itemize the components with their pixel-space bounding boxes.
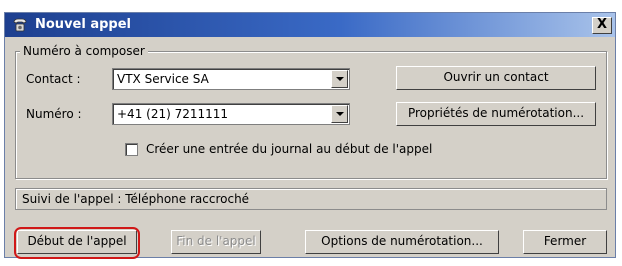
numero-a-composer-group: Numéro à composer Contact : VTX Service … xyxy=(15,44,607,179)
call-status-bar: Suivi de l'appel : Téléphone raccroché xyxy=(15,188,607,210)
end-call-button[interactable]: Fin de l'appel xyxy=(171,230,261,254)
nouvel-appel-dialog: Nouvel appel X Numéro à composer Contact… xyxy=(4,12,616,259)
numero-combobox[interactable]: +41 (21) 7211111 xyxy=(112,103,350,125)
journal-checkbox[interactable] xyxy=(125,143,138,156)
chevron-down-icon[interactable] xyxy=(331,105,348,123)
contact-label: Contact : xyxy=(26,72,81,86)
call-status-text: Suivi de l'appel : Téléphone raccroché xyxy=(22,192,250,206)
contact-value: VTX Service SA xyxy=(117,72,209,86)
close-icon[interactable]: X xyxy=(592,17,612,34)
chevron-down-icon[interactable] xyxy=(331,70,348,88)
dialing-properties-button[interactable]: Propriétés de numérotation... xyxy=(396,102,596,126)
journal-checkbox-label[interactable]: Créer une entrée du journal au début de … xyxy=(146,142,432,156)
phone-call-icon xyxy=(13,18,27,32)
numero-value: +41 (21) 7211111 xyxy=(117,107,229,121)
window-title: Nouvel appel xyxy=(35,17,131,32)
open-contact-button[interactable]: Ouvrir un contact xyxy=(396,66,596,90)
dial-options-button[interactable]: Options de numérotation... xyxy=(305,230,499,254)
contact-combobox[interactable]: VTX Service SA xyxy=(112,68,350,90)
close-button[interactable]: Fermer xyxy=(523,230,607,254)
numero-label: Numéro : xyxy=(26,107,82,121)
start-call-highlight xyxy=(14,227,140,259)
title-bar[interactable]: Nouvel appel X xyxy=(5,13,615,37)
group-legend: Numéro à composer xyxy=(20,44,148,58)
